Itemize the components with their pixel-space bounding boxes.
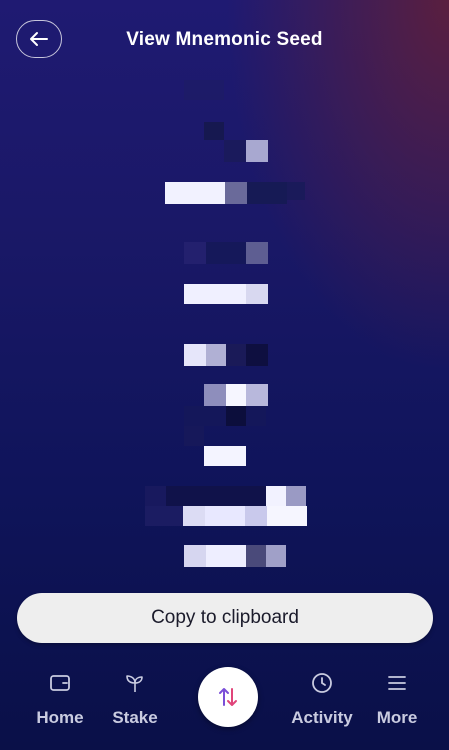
nav-stake[interactable]: Stake — [95, 655, 175, 728]
sprout-icon — [126, 675, 143, 692]
nav-stake-label: Stake — [112, 708, 158, 727]
copy-to-clipboard-button[interactable]: Copy to clipboard — [17, 593, 433, 643]
nav-activity-label: Activity — [291, 708, 353, 727]
bottom-nav: Home Stake Activity More — [0, 655, 449, 750]
nav-more[interactable]: More — [357, 655, 437, 728]
mnemonic-seed-obscured — [0, 80, 449, 580]
menu-icon — [388, 676, 406, 690]
seed-word-5 — [183, 506, 205, 526]
seed-word-1 — [165, 182, 225, 204]
clock-icon — [312, 673, 332, 693]
page-title: View Mnemonic Seed — [126, 29, 323, 50]
seed-word-4 — [204, 446, 246, 466]
wallet-icon — [50, 675, 70, 691]
seed-word-3 — [184, 344, 206, 366]
nav-more-label: More — [376, 708, 418, 727]
seed-word-2 — [184, 284, 246, 304]
nav-home-label: Home — [36, 708, 84, 727]
nav-home[interactable]: Home — [20, 655, 100, 728]
swap-button[interactable] — [198, 667, 258, 727]
swap-arrows-icon — [219, 688, 237, 706]
nav-activity[interactable]: Activity — [282, 655, 362, 728]
header: View Mnemonic Seed — [0, 0, 449, 80]
